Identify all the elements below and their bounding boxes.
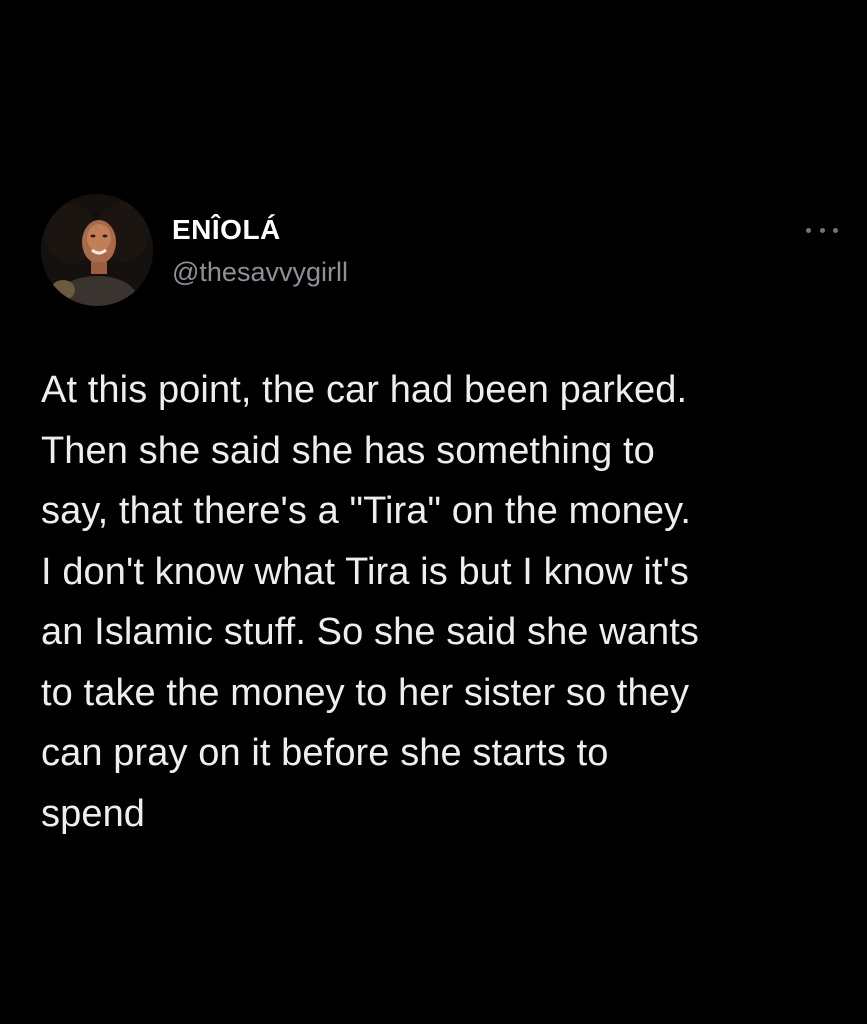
display-name[interactable]: ENÎOLÁ bbox=[172, 214, 281, 246]
avatar[interactable] bbox=[41, 194, 153, 306]
tweet-text-line: Then she said she has something to bbox=[41, 429, 655, 472]
user-handle[interactable]: @thesavvygirll bbox=[172, 256, 348, 288]
tweet-text: At this point, the car had been parked. … bbox=[41, 360, 841, 844]
more-options-button[interactable] bbox=[806, 218, 838, 242]
tweet-text-line: spend bbox=[41, 792, 146, 835]
tweet-text-line: can pray on it before she starts to bbox=[41, 732, 609, 774]
tweet-text-line: I don't know what Tira is but I know it'… bbox=[41, 550, 690, 593]
tweet-text-line: At this point, the car had been parked. bbox=[41, 369, 688, 411]
tweet-text-line: to take the money to her sister so they bbox=[41, 671, 690, 714]
more-horizontal-icon bbox=[806, 227, 811, 233]
tweet-card: ENÎOLÁ @thesavvygirll At this point, the… bbox=[0, 0, 867, 1024]
more-horizontal-icon-dot bbox=[833, 227, 838, 233]
tweet-text-line: say, that there's a "Tira" on the money. bbox=[41, 490, 692, 532]
tweet-text-line: an Islamic stuff. So she said she wants bbox=[41, 611, 699, 653]
profile-photo-icon bbox=[41, 194, 153, 306]
more-horizontal-icon-dot bbox=[819, 227, 825, 233]
